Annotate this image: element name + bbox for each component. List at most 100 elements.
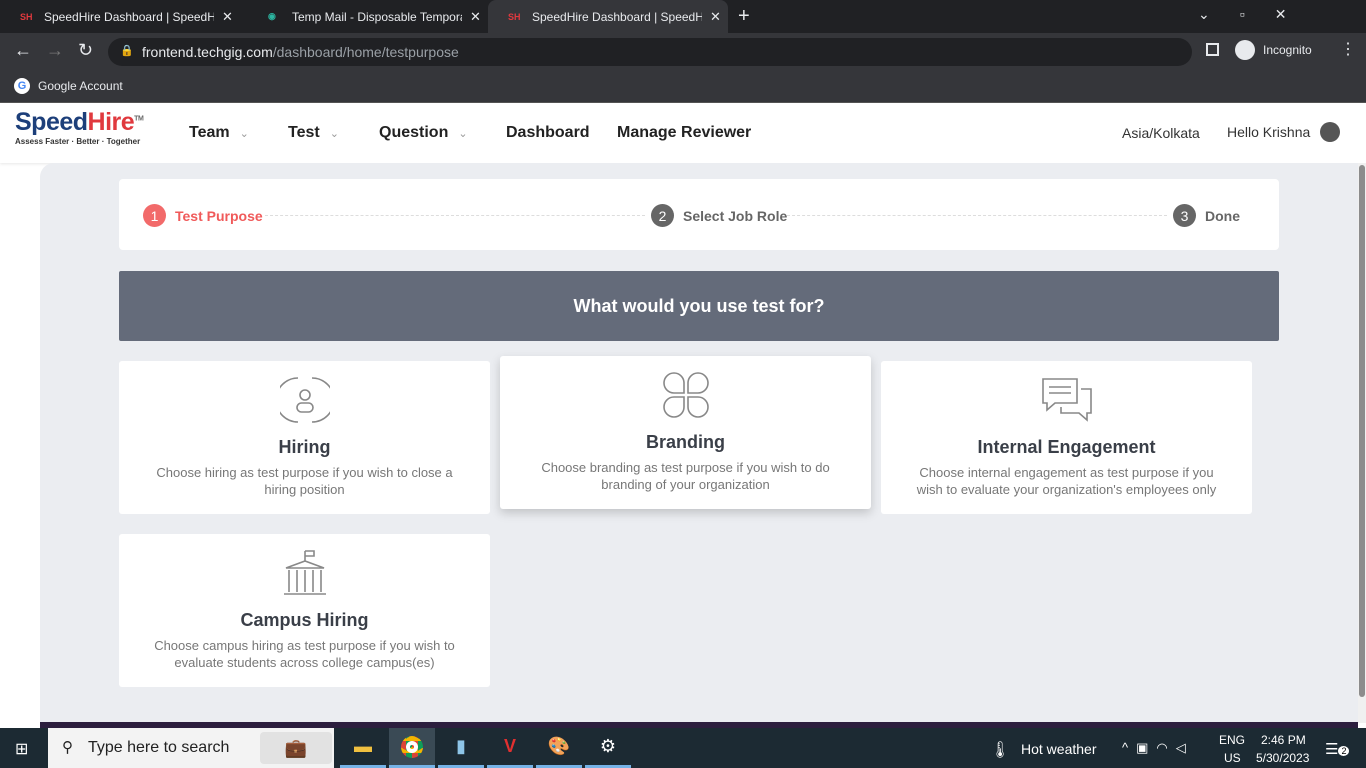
- section-banner: What would you use test for?: [119, 271, 1279, 341]
- browser-tab-active[interactable]: SH SpeedHire Dashboard | SpeedHire ✕: [488, 0, 728, 33]
- nav-question[interactable]: Question⌄: [379, 124, 468, 142]
- speedhire-logo[interactable]: SpeedHireTM Assess Faster · Better · Tog…: [15, 108, 143, 146]
- logo-accent: Hire: [88, 108, 135, 136]
- nav-label: Team: [189, 124, 230, 142]
- close-tab-icon[interactable]: ✕: [222, 9, 233, 25]
- google-icon: G: [14, 78, 30, 94]
- side-panel-icon[interactable]: [1206, 43, 1219, 56]
- tab-title: SpeedHire Dashboard | SpeedHire: [532, 10, 702, 24]
- address-bar[interactable]: 🔒 frontend.techgig.com/dashboard/home/te…: [108, 38, 1192, 66]
- card-campus-hiring[interactable]: Campus Hiring Choose campus hiring as te…: [119, 534, 490, 687]
- lock-icon: 🔒: [120, 44, 134, 57]
- card-title: Hiring: [119, 437, 490, 458]
- card-description: Choose hiring as test purpose if you wis…: [149, 464, 460, 498]
- browser-tab[interactable]: ◉ Temp Mail - Disposable Temporary ✕: [248, 0, 486, 33]
- system-tray-icons[interactable]: ^▣◠◁: [1122, 740, 1194, 756]
- notification-icon[interactable]: ☰2: [1325, 740, 1349, 758]
- scrollbar[interactable]: [1358, 163, 1366, 723]
- nav-label: Test: [288, 124, 320, 142]
- card-internal-engagement[interactable]: Internal Engagement Choose internal enga…: [881, 361, 1252, 514]
- card-hiring[interactable]: Hiring Choose hiring as test purpose if …: [119, 361, 490, 514]
- windows-start-icon[interactable]: ⊞: [15, 739, 28, 759]
- search-placeholder: Type here to search: [88, 739, 229, 757]
- user-menu[interactable]: Hello Krishna: [1227, 122, 1340, 142]
- step-number: 3: [1173, 204, 1196, 227]
- chrome-icon[interactable]: [389, 728, 435, 768]
- nav-label: Question: [379, 124, 448, 142]
- step-connector: [787, 215, 1167, 216]
- stepper: 1 Test Purpose 2 Select Job Role 3Done: [119, 179, 1279, 250]
- language-label[interactable]: ENG: [1219, 733, 1245, 747]
- logo-tm: TM: [134, 116, 143, 123]
- temp-mail-icon: ◉: [268, 11, 284, 22]
- step-test-purpose: 1 Test Purpose: [143, 204, 263, 227]
- chevron-down-icon: ⌄: [240, 127, 249, 140]
- url-path: /dashboard/home/testpurpose: [273, 44, 459, 60]
- logo-tagline: Assess Faster · Better · Together: [15, 137, 143, 146]
- taskbar-search[interactable]: ⚲ Type here to search 💼: [48, 728, 334, 768]
- paint-icon[interactable]: 🎨: [536, 728, 582, 768]
- step-label: Select Job Role: [683, 208, 787, 224]
- incognito-icon: [1235, 40, 1255, 60]
- nav-label: Dashboard: [506, 124, 590, 142]
- card-description: Choose branding as test purpose if you w…: [530, 459, 841, 493]
- tab-favicon: SH: [508, 12, 524, 22]
- clock-date[interactable]: 5/30/2023: [1256, 751, 1309, 765]
- logo-text: Speed: [15, 108, 88, 136]
- nav-dashboard[interactable]: Dashboard: [506, 124, 590, 142]
- timezone-label: Asia/Kolkata: [1122, 125, 1200, 141]
- close-tab-icon[interactable]: ✕: [710, 9, 721, 25]
- card-title: Branding: [500, 432, 871, 453]
- nav-test[interactable]: Test ⌄: [288, 124, 339, 142]
- notepad-icon[interactable]: ▮: [438, 728, 484, 768]
- reload-icon[interactable]: ↻: [78, 40, 93, 61]
- step-select-job-role: 2 Select Job Role: [651, 204, 787, 227]
- bookmark-google-account[interactable]: G Google Account: [14, 78, 123, 94]
- search-icon: ⚲: [62, 738, 73, 756]
- tab-strip: SH SpeedHire Dashboard | SpeedHire ✕ ◉ Temp…: [0, 0, 1366, 33]
- bookmarks-bar: G Google Account: [0, 70, 1366, 103]
- settings-gear-icon[interactable]: ⚙: [585, 728, 631, 768]
- greeting: Hello Krishna: [1227, 124, 1310, 140]
- building-icon: [280, 548, 330, 598]
- step-label: Test Purpose: [175, 208, 263, 224]
- url-host: frontend.techgig.com: [142, 44, 273, 60]
- weather-label[interactable]: Hot weather: [1021, 741, 1096, 757]
- step-done: 3Done: [1173, 204, 1240, 227]
- tab-title: Temp Mail - Disposable Temporary: [292, 10, 462, 24]
- forward-icon[interactable]: →: [46, 40, 64, 61]
- window-controls[interactable]: ⌄▫✕: [1198, 6, 1316, 23]
- tab-favicon: SH: [20, 12, 36, 22]
- chat-icon: [1039, 375, 1095, 425]
- nav-label: Manage Reviewer: [617, 124, 751, 142]
- card-branding[interactable]: Branding Choose branding as test purpose…: [500, 356, 871, 509]
- new-tab-button[interactable]: +: [738, 5, 750, 28]
- step-connector: [265, 215, 645, 216]
- app-v-icon[interactable]: V: [487, 728, 533, 768]
- back-icon[interactable]: ←: [14, 40, 32, 61]
- chevron-down-icon: ⌄: [330, 127, 339, 140]
- menu-icon[interactable]: ⋮: [1340, 39, 1356, 59]
- region-label[interactable]: US: [1224, 751, 1241, 765]
- browser-tab[interactable]: SH SpeedHire Dashboard | SpeedHire ✕: [0, 0, 245, 33]
- incognito-label: Incognito: [1263, 43, 1312, 57]
- incognito-badge[interactable]: Incognito: [1235, 40, 1312, 60]
- briefcase-icon[interactable]: 💼: [260, 732, 332, 764]
- clover-icon: [661, 370, 711, 420]
- tab-title: SpeedHire Dashboard | SpeedHire: [44, 10, 214, 24]
- scrollbar-thumb[interactable]: [1359, 165, 1365, 697]
- card-title: Internal Engagement: [881, 437, 1252, 458]
- close-tab-icon[interactable]: ✕: [470, 9, 481, 25]
- notification-count: 2: [1338, 746, 1349, 756]
- file-explorer-icon[interactable]: ▬: [340, 728, 386, 768]
- user-avatar-icon: [1320, 122, 1340, 142]
- user-frame-icon: [280, 375, 330, 425]
- step-number: 2: [651, 204, 674, 227]
- thermometer-icon: 🌡: [990, 740, 1010, 760]
- card-description: Choose internal engagement as test purpo…: [911, 464, 1222, 498]
- step-number: 1: [143, 204, 166, 227]
- bookmark-label: Google Account: [38, 79, 123, 93]
- nav-manage-reviewer[interactable]: Manage Reviewer: [617, 124, 751, 142]
- nav-team[interactable]: Team ⌄: [189, 124, 249, 142]
- clock-time[interactable]: 2:46 PM: [1261, 733, 1306, 747]
